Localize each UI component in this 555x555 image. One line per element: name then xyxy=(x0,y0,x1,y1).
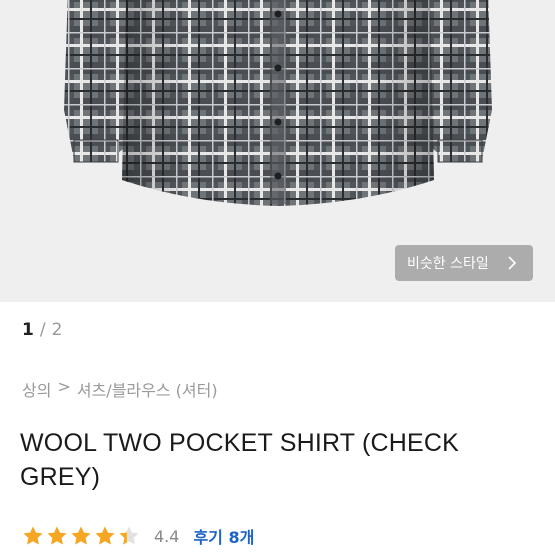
reviews-link[interactable]: 후기 8개 xyxy=(193,524,254,548)
star-icon xyxy=(95,526,115,545)
pager-total: 2 xyxy=(51,320,63,340)
pager-separator: / xyxy=(39,320,46,340)
chevron-right-icon xyxy=(505,256,519,270)
similar-style-label: 비슷한 스타일 xyxy=(407,256,489,272)
product-title: WOOL TWO POCKET SHIRT (CHECK GREY) xyxy=(20,429,459,491)
breadcrumb-subcategory[interactable]: 셔츠/블라우스 (셔터) xyxy=(77,377,218,401)
pager-current: 1 xyxy=(22,320,34,340)
star-rating xyxy=(22,525,140,547)
product-image[interactable]: 비슷한 스타일 xyxy=(0,0,555,302)
star-icon xyxy=(71,526,91,545)
star-icon xyxy=(47,526,67,545)
rating-value: 4.4 xyxy=(154,526,180,546)
star-icon xyxy=(119,526,139,545)
image-pager: 1 / 2 xyxy=(22,320,62,340)
rating-row: 4.4 후기 8개 xyxy=(22,524,254,548)
breadcrumb-arrow: > xyxy=(57,377,71,396)
star-icon xyxy=(23,526,43,545)
breadcrumb-category[interactable]: 상의 xyxy=(22,377,51,401)
breadcrumb: 상의 > 셔츠/블라우스 (셔터) xyxy=(22,377,218,401)
plaid-shirt-image xyxy=(64,0,492,206)
similar-style-button[interactable]: 비슷한 스타일 xyxy=(395,245,533,281)
